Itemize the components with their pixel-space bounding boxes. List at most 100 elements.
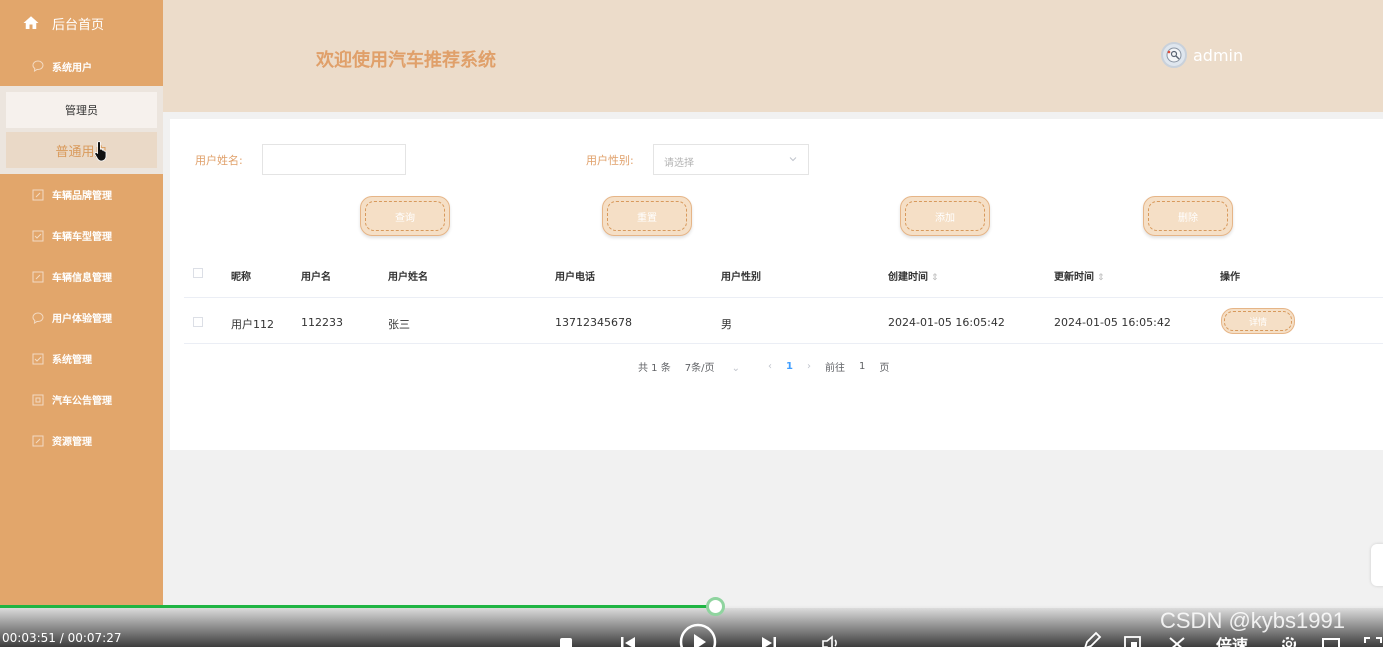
sort-icon[interactable]: ⇕ xyxy=(1097,273,1105,283)
goto-prefix: 前往 xyxy=(825,363,846,374)
select-all-checkbox[interactable] xyxy=(193,268,203,278)
goto-suffix: 页 xyxy=(879,363,890,374)
sidebar-item-resource[interactable]: 资源管理 xyxy=(0,420,163,461)
avatar-image-icon xyxy=(1166,47,1182,63)
picture-in-picture-icon[interactable] xyxy=(1122,627,1144,647)
sidebar-item-vehicle-info[interactable]: 车辆信息管理 xyxy=(0,256,163,297)
user-menu[interactable]: admin xyxy=(1161,42,1243,68)
hand-cursor-icon xyxy=(94,141,107,162)
stop-icon[interactable] xyxy=(555,627,577,647)
cell-updated: 2024-01-05 16:05:42 xyxy=(1054,316,1171,329)
home-icon xyxy=(23,16,39,29)
play-icon[interactable] xyxy=(678,622,718,647)
column-header-gender: 用户性别 xyxy=(721,272,761,283)
cell-username: 112233 xyxy=(301,316,343,329)
pagination-total: 共 1 条 xyxy=(638,363,671,374)
page-number-current[interactable]: 1 xyxy=(786,361,793,372)
pen-icon[interactable] xyxy=(1080,627,1102,647)
progress-fill xyxy=(0,605,715,608)
chevron-down-icon: ⌄ xyxy=(731,363,741,374)
progress-handle[interactable] xyxy=(706,597,725,616)
chat-icon xyxy=(32,311,44,324)
sidebar-item-label: 车辆品牌管理 xyxy=(52,191,112,202)
edit-icon xyxy=(32,189,44,201)
user-name-input[interactable] xyxy=(262,144,406,175)
user-name: admin xyxy=(1193,45,1244,65)
add-button-label: 添加 xyxy=(905,201,985,231)
reset-button-label: 重置 xyxy=(607,201,687,231)
detail-button[interactable]: 详情 xyxy=(1221,308,1295,334)
grid-icon xyxy=(32,394,44,406)
watermark: CSDN @kybs1991 xyxy=(1160,608,1345,633)
column-header-created-label: 创建时间 xyxy=(888,272,928,283)
sidebar: 后台首页 系统用户 管理员 普通用户 车辆品牌管理 车辆车型管理 车辆信息管理 … xyxy=(0,0,163,605)
submenu-item-label: 管理员 xyxy=(65,104,98,117)
submenu-system-user: 管理员 普通用户 xyxy=(0,86,163,174)
sidebar-item-label: 车辆车型管理 xyxy=(52,232,112,243)
user-name-label: 用户姓名: xyxy=(195,154,243,167)
app-root: 后台首页 系统用户 管理员 普通用户 车辆品牌管理 车辆车型管理 车辆信息管理 … xyxy=(0,0,1383,647)
column-header-updated-label: 更新时间 xyxy=(1054,272,1094,283)
playback-speed-button[interactable]: 倍速 xyxy=(1216,632,1248,647)
row-checkbox[interactable] xyxy=(193,317,203,327)
cell-created: 2024-01-05 16:05:42 xyxy=(888,316,1005,329)
sidebar-item-experience[interactable]: 用户体验管理 xyxy=(0,297,163,338)
next-page-icon[interactable]: › xyxy=(807,361,811,372)
cell-nickname: 用户112 xyxy=(231,318,274,331)
sidebar-item-label: 汽车公告管理 xyxy=(52,396,112,407)
column-header-username: 用户名 xyxy=(301,272,331,283)
sidebar-home-label: 后台首页 xyxy=(52,17,105,33)
cell-phone: 13712345678 xyxy=(555,316,632,329)
cell-gender: 男 xyxy=(721,318,732,331)
page-title: 欢迎使用汽车推荐系统 xyxy=(316,50,496,71)
column-header-updated[interactable]: 更新时间 ⇕ xyxy=(1054,268,1105,283)
fullscreen-icon[interactable] xyxy=(1362,627,1383,647)
user-gender-placeholder: 请选择 xyxy=(664,158,694,169)
avatar[interactable] xyxy=(1161,42,1187,68)
sidebar-item-label: 用户体验管理 xyxy=(52,314,112,325)
edit-icon xyxy=(32,271,44,283)
sidebar-item-system-user[interactable]: 系统用户 xyxy=(0,46,163,86)
query-button[interactable]: 查询 xyxy=(360,196,450,236)
sidebar-home[interactable]: 后台首页 xyxy=(0,0,163,46)
sort-icon[interactable]: ⇕ xyxy=(931,273,939,283)
user-table: 昵称 用户名 用户姓名 用户电话 用户性别 创建时间 ⇕ 更新时间 ⇕ 操作 用户1… xyxy=(184,252,1383,344)
column-header-phone: 用户电话 xyxy=(555,272,595,283)
sidebar-item-label: 系统用户 xyxy=(52,62,92,74)
reset-button[interactable]: 重置 xyxy=(602,196,692,236)
edit-icon xyxy=(32,435,44,447)
submenu-item-normal-user[interactable]: 普通用户 xyxy=(6,132,157,168)
chevron-down-icon xyxy=(789,157,797,162)
sidebar-item-notice[interactable]: 汽车公告管理 xyxy=(0,379,163,420)
sidebar-item-brand[interactable]: 车辆品牌管理 xyxy=(0,174,163,215)
table-row: 用户112 112233 张三 13712345678 男 2024-01-05… xyxy=(184,298,1383,344)
column-header-real-name: 用户姓名 xyxy=(388,272,428,283)
user-gender-select[interactable]: 请选择 xyxy=(653,144,809,175)
page-size-label: 7条/页 xyxy=(684,363,715,374)
query-button-label: 查询 xyxy=(365,201,445,231)
page-size-select[interactable]: 7条/页 ⌄ xyxy=(685,359,754,374)
sidebar-item-system[interactable]: 系统管理 xyxy=(0,338,163,379)
top-header: 欢迎使用汽车推荐系统 admin xyxy=(163,0,1383,112)
add-button[interactable]: 添加 xyxy=(900,196,990,236)
side-float-tab[interactable] xyxy=(1371,544,1383,586)
cell-real-name: 张三 xyxy=(388,318,410,331)
column-header-action: 操作 xyxy=(1220,272,1240,283)
playback-time: 00:03:51 / 00:07:27 xyxy=(2,631,122,645)
goto-page-input[interactable]: 1 xyxy=(859,361,865,372)
sidebar-item-model[interactable]: 车辆车型管理 xyxy=(0,215,163,256)
delete-button[interactable]: 删除 xyxy=(1143,196,1233,236)
previous-icon[interactable] xyxy=(617,627,639,647)
prev-page-icon[interactable]: ‹ xyxy=(768,361,772,372)
next-icon[interactable] xyxy=(758,627,780,647)
check-square-icon xyxy=(32,230,44,242)
check-square-icon xyxy=(32,353,44,365)
volume-icon[interactable] xyxy=(820,627,842,647)
sidebar-item-label: 系统管理 xyxy=(52,355,92,366)
pagination: 共 1 条 7条/页 ⌄ ‹ 1 › 前往 1 页 xyxy=(638,359,903,374)
table-header: 昵称 用户名 用户姓名 用户电话 用户性别 创建时间 ⇕ 更新时间 ⇕ 操作 xyxy=(184,252,1383,298)
column-header-created[interactable]: 创建时间 ⇕ xyxy=(888,268,939,283)
submenu-item-admin[interactable]: 管理员 xyxy=(6,92,157,128)
delete-button-label: 删除 xyxy=(1148,201,1228,231)
column-header-nickname: 昵称 xyxy=(231,272,251,283)
